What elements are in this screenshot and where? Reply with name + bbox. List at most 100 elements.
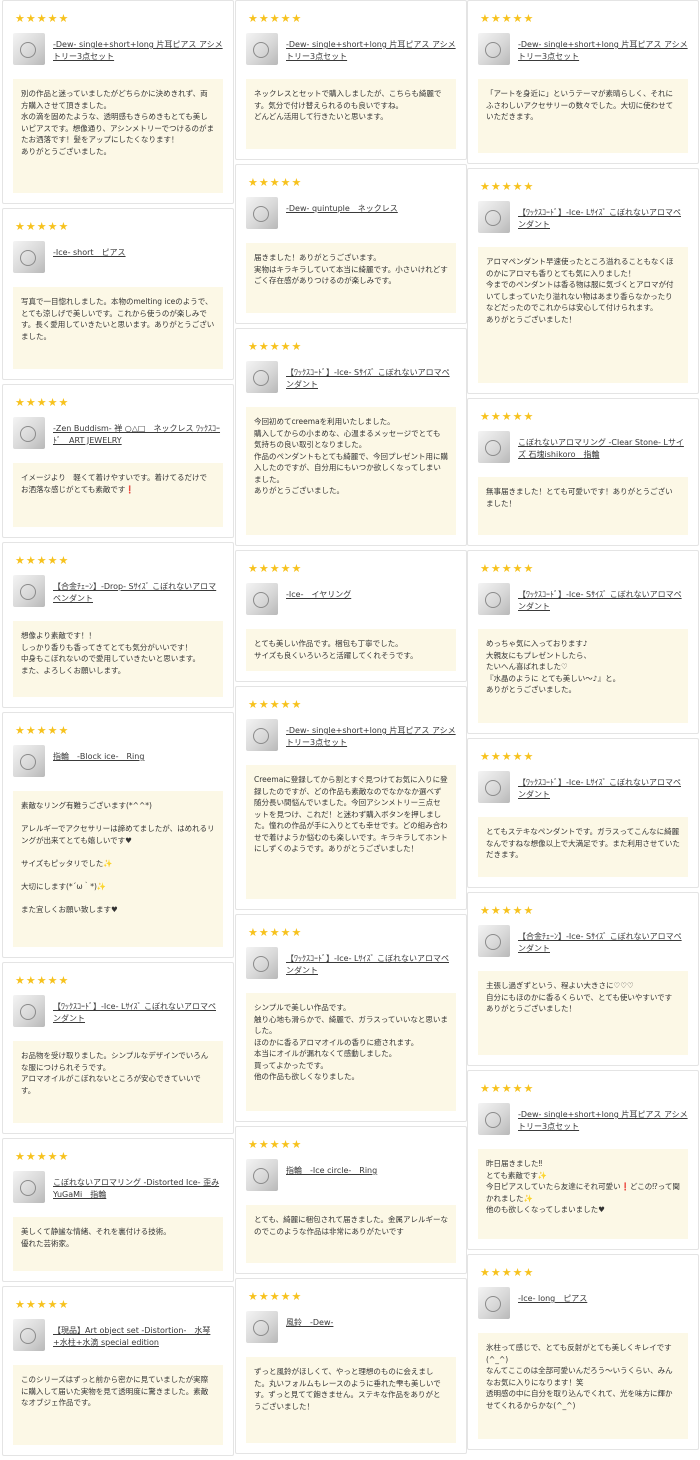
product-thumbnail[interactable] xyxy=(13,1171,45,1203)
product-thumbnail[interactable] xyxy=(478,583,510,615)
product-link[interactable]: -Dew- single+short+long 片耳ピアス アシメトリー3点セッ… xyxy=(518,1103,688,1132)
review-column-2: ★★★★★ -Dew- single+short+long 片耳ピアス アシメトリ… xyxy=(235,0,467,1454)
review-text: 素敵なリング有難うございます(*^^*) アレルギーでアクセサリーは諦めてました… xyxy=(13,791,223,947)
product-row: 指輪 -Ice circle- Ring xyxy=(246,1159,456,1191)
rating-stars: ★★★★★ xyxy=(480,562,535,575)
rating-stars: ★★★★★ xyxy=(480,180,535,193)
review-text: 主張し過ぎずという、程よい大きさに♡♡♡ 自分にもほのかに香るくらいで、とても使… xyxy=(478,971,688,1055)
product-link[interactable]: -Dew- quintuple ネックレス xyxy=(286,197,398,215)
product-row: -Dew- single+short+long 片耳ピアス アシメトリー3点セッ… xyxy=(478,1103,688,1135)
rating-stars: ★★★★★ xyxy=(15,1150,70,1163)
product-link[interactable]: 指輪 -Block ice- Ring xyxy=(53,745,144,763)
product-row: -Dew- single+short+long 片耳ピアス アシメトリー3点セッ… xyxy=(478,33,688,65)
review-text: シンプルで美しい作品です。 触り心地も滑らかで、綺麗で、ガラスっていいなと思いま… xyxy=(246,993,456,1111)
product-link[interactable]: -Ice- short ピアス xyxy=(53,241,126,259)
rating-stars: ★★★★★ xyxy=(15,220,70,233)
product-thumbnail[interactable] xyxy=(13,745,45,777)
product-thumbnail[interactable] xyxy=(246,583,278,615)
product-link[interactable]: 指輪 -Ice circle- Ring xyxy=(286,1159,377,1177)
rating-stars: ★★★★★ xyxy=(480,904,535,917)
product-thumbnail[interactable] xyxy=(246,1159,278,1191)
product-row: 【現品】Art object set -Distortion- 水琴+水柱+水滴… xyxy=(13,1319,223,1351)
review-text: ずっと風鈴がほしくて、やっと理想のものに会えました。丸いフォルムもレースのように… xyxy=(246,1357,456,1443)
review-text: アロマペンダント早速使ったところ溢れることもなくほのかにアロマも香りとても気に入… xyxy=(478,247,688,383)
product-row: こぼれないアロマリング -Clear Stone- Lサイズ 石塊ishikor… xyxy=(478,431,688,463)
review-card: ★★★★★ 指輪 -Block ice- Ring 素敵なリング有難うございます(*… xyxy=(2,712,234,958)
product-thumbnail[interactable] xyxy=(246,361,278,393)
product-thumbnail[interactable] xyxy=(478,33,510,65)
rating-stars: ★★★★★ xyxy=(248,926,303,939)
product-thumbnail[interactable] xyxy=(478,431,510,463)
product-thumbnail[interactable] xyxy=(246,33,278,65)
product-link[interactable]: 【合金ﾁｪｰﾝ】-Ice- Sｻｲｽﾞ こぼれないアロマペンダント xyxy=(518,925,688,954)
review-card: ★★★★★ -Dew- single+short+long 片耳ピアス アシメトリ… xyxy=(2,0,234,204)
product-thumbnail[interactable] xyxy=(478,925,510,957)
product-row: 【ﾜｯｸｽｺｰﾄﾞ】-Ice- Sｻｲｽﾞ こぼれないアロマペンダント xyxy=(478,583,688,615)
product-link[interactable]: -Dew- single+short+long 片耳ピアス アシメトリー3点セッ… xyxy=(518,33,688,62)
review-column-1: ★★★★★ -Dew- single+short+long 片耳ピアス アシメトリ… xyxy=(2,0,234,1456)
review-text: お品物を受け取りました。シンプルなデザインでいろんな服につけられそうです。 アロ… xyxy=(13,1041,223,1123)
review-text: 美しくて静謐な情緒、それを裏付ける技術。 優れた芸術家。 xyxy=(13,1217,223,1271)
rating-stars: ★★★★★ xyxy=(15,1298,70,1311)
product-link[interactable]: こぼれないアロマリング -Distorted Ice- 歪みYuGaMi 指輪 xyxy=(53,1171,223,1200)
product-row: -Zen Buddism- 禅 ○△□ ネックレス ﾜｯｸｽｺｰﾄﾞ ART J… xyxy=(13,417,223,449)
rating-stars: ★★★★★ xyxy=(248,340,303,353)
product-link[interactable]: -Dew- single+short+long 片耳ピアス アシメトリー3点セッ… xyxy=(286,719,456,748)
product-thumbnail[interactable] xyxy=(478,1103,510,1135)
product-thumbnail[interactable] xyxy=(478,771,510,803)
review-card: ★★★★★ -Dew- quintuple ネックレス 届きました！ありがとうござい… xyxy=(235,164,467,324)
product-link[interactable]: 【現品】Art object set -Distortion- 水琴+水柱+水滴… xyxy=(53,1319,223,1348)
product-thumbnail[interactable] xyxy=(13,1319,45,1351)
product-link[interactable]: 風鈴 -Dew- xyxy=(286,1311,333,1329)
product-row: -Dew- single+short+long 片耳ピアス アシメトリー3点セッ… xyxy=(246,33,456,65)
product-thumbnail[interactable] xyxy=(13,995,45,1027)
review-card: ★★★★★ 【合金ﾁｪｰﾝ】-Ice- Sｻｲｽﾞ こぼれないアロマペンダント主張… xyxy=(467,892,699,1066)
product-thumbnail[interactable] xyxy=(478,201,510,233)
product-link[interactable]: -Zen Buddism- 禅 ○△□ ネックレス ﾜｯｸｽｺｰﾄﾞ ART J… xyxy=(53,417,223,446)
product-row: -Dew- single+short+long 片耳ピアス アシメトリー3点セッ… xyxy=(246,719,456,751)
review-text: 昨日届きました‼ とても素敵です✨ 今日ピアスしていたら友達にそれ可愛い❗どこの… xyxy=(478,1149,688,1239)
review-card: ★★★★★ 【現品】Art object set -Distortion- 水琴+… xyxy=(2,1286,234,1456)
review-card: ★★★★★ -Ice- イヤリング とても美しい作品です。梱包も丁寧でした。 サイズ… xyxy=(235,550,467,682)
product-link[interactable]: 【ﾜｯｸｽｺｰﾄﾞ】-Ice- Sｻｲｽﾞ こぼれないアロマペンダント xyxy=(518,583,688,612)
review-card: ★★★★★ こぼれないアロマリング -Distorted Ice- 歪みYuGaM… xyxy=(2,1138,234,1282)
review-card: ★★★★★ 【ﾜｯｸｽｺｰﾄﾞ】-Ice- Lｻｲｽﾞ こぼれないアロマペンダント… xyxy=(467,168,699,394)
product-thumbnail[interactable] xyxy=(13,241,45,273)
product-thumbnail[interactable] xyxy=(13,417,45,449)
review-card: ★★★★★ -Zen Buddism- 禅 ○△□ ネックレス ﾜｯｸｽｺｰﾄﾞ … xyxy=(2,384,234,538)
rating-stars: ★★★★★ xyxy=(480,1266,535,1279)
review-text: Creemaに登録してから割とすぐ見つけてお気に入りに登録したのですが、どの作品… xyxy=(246,765,456,899)
review-card: ★★★★★ 【ﾜｯｸｽｺｰﾄﾞ】-Ice- Lｻｲｽﾞ こぼれないアロマペンダント… xyxy=(467,738,699,888)
product-thumbnail[interactable] xyxy=(246,719,278,751)
product-link[interactable]: -Dew- single+short+long 片耳ピアス アシメトリー3点セッ… xyxy=(53,33,223,62)
review-card: ★★★★★ 【ﾜｯｸｽｺｰﾄﾞ】-Ice- Sｻｲｽﾞ こぼれないアロマペンダント… xyxy=(235,328,467,546)
product-link[interactable]: 【ﾜｯｸｽｺｰﾄﾞ】-Ice- Lｻｲｽﾞ こぼれないアロマペンダント xyxy=(518,201,688,230)
product-thumbnail[interactable] xyxy=(246,947,278,979)
rating-stars: ★★★★★ xyxy=(15,554,70,567)
product-thumbnail[interactable] xyxy=(13,575,45,607)
product-link[interactable]: -Ice- long ピアス xyxy=(518,1287,587,1305)
product-link[interactable]: 【ﾜｯｸｽｺｰﾄﾞ】-Ice- Lｻｲｽﾞ こぼれないアロマペンダント xyxy=(286,947,456,976)
product-link[interactable]: 【ﾜｯｸｽｺｰﾄﾞ】-Ice- Sｻｲｽﾞ こぼれないアロマペンダント xyxy=(286,361,456,390)
review-text: このシリーズはずっと前から密かに見ていましたが実際に購入して届いた実物を見て透明… xyxy=(13,1365,223,1445)
rating-stars: ★★★★★ xyxy=(248,698,303,711)
rating-stars: ★★★★★ xyxy=(15,974,70,987)
product-link[interactable]: 【ﾜｯｸｽｺｰﾄﾞ】-Ice- Lｻｲｽﾞ こぼれないアロマペンダント xyxy=(518,771,688,800)
product-link[interactable]: 【合金ﾁｪｰﾝ】-Drop- Sｻｲｽﾞ こぼれないアロマペンダント xyxy=(53,575,223,604)
product-link[interactable]: -Ice- イヤリング xyxy=(286,583,351,601)
review-text: 氷柱って感じで、とても反射がとても美しくキレイです(^_^) なんてここのは全部… xyxy=(478,1333,688,1439)
review-card: ★★★★★ 風鈴 -Dew- ずっと風鈴がほしくて、やっと理想のものに会えました。丸… xyxy=(235,1278,467,1454)
product-row: 指輪 -Block ice- Ring xyxy=(13,745,223,777)
product-thumbnail[interactable] xyxy=(478,1287,510,1319)
rating-stars: ★★★★★ xyxy=(248,176,303,189)
product-thumbnail[interactable] xyxy=(13,33,45,65)
product-thumbnail[interactable] xyxy=(246,1311,278,1343)
review-card: ★★★★★ 【合金ﾁｪｰﾝ】-Drop- Sｻｲｽﾞ こぼれないアロマペンダント想… xyxy=(2,542,234,708)
rating-stars: ★★★★★ xyxy=(480,1082,535,1095)
review-text: とてもステキなペンダントです。ガラスってこんなに綺麗なんですねな想像以上で大満足… xyxy=(478,817,688,877)
product-link[interactable]: -Dew- single+short+long 片耳ピアス アシメトリー3点セッ… xyxy=(286,33,456,62)
product-link[interactable]: 【ﾜｯｸｽｺｰﾄﾞ】-Ice- Lｻｲｽﾞ こぼれないアロマペンダント xyxy=(53,995,223,1024)
reviews-grid: ★★★★★ -Dew- single+short+long 片耳ピアス アシメトリ… xyxy=(0,0,700,1460)
product-thumbnail[interactable] xyxy=(246,197,278,229)
product-link[interactable]: こぼれないアロマリング -Clear Stone- Lサイズ 石塊ishikor… xyxy=(518,431,688,460)
